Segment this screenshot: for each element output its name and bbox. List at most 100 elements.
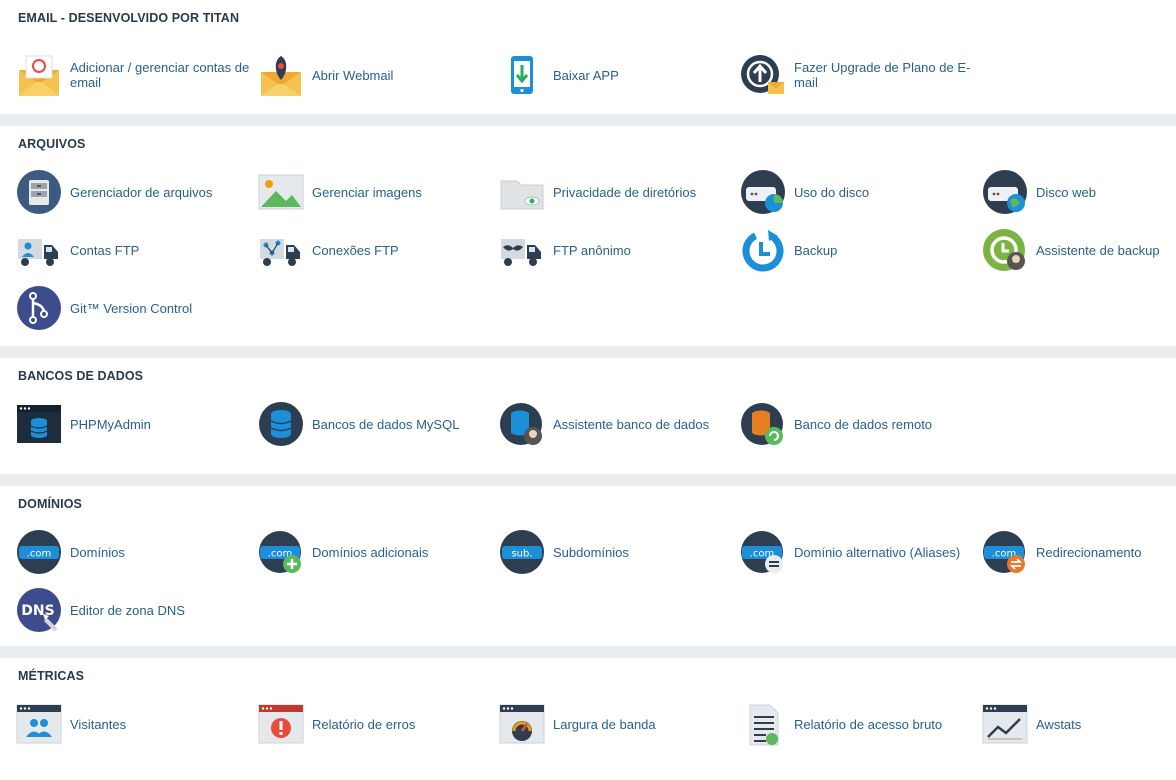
dns-zone-editor-icon: DNS bbox=[16, 587, 62, 633]
backup-wizard-label: Assistente de backup bbox=[1036, 242, 1160, 258]
dns-icon-text: DNS bbox=[21, 603, 54, 619]
ftp-connections-icon bbox=[258, 227, 304, 273]
database-wizard-icon bbox=[499, 401, 545, 447]
phpmyadmin-icon bbox=[16, 401, 62, 447]
web-disk-label: Disco web bbox=[1036, 184, 1096, 200]
webmail-label: Abrir Webmail bbox=[312, 67, 394, 83]
bandwidth-label: Largura de banda bbox=[553, 716, 656, 732]
raw-access-link[interactable]: Relatório de acesso bruto bbox=[740, 698, 980, 750]
section-title-dominios: DOMÍNIOS bbox=[18, 497, 82, 511]
file-manager-link[interactable]: Gerenciador de arquivos bbox=[16, 166, 254, 218]
raw-access-icon bbox=[740, 701, 786, 747]
web-disk-icon bbox=[982, 169, 1028, 215]
anonymous-ftp-icon bbox=[499, 227, 545, 273]
upgrade-plan-link[interactable]: Fazer Upgrade de Plano de E-mail bbox=[740, 49, 980, 101]
ftp-connections-label: Conexões FTP bbox=[312, 242, 399, 258]
images-link[interactable]: Gerenciar imagens bbox=[258, 166, 488, 218]
redirects-label: Redirecionamento bbox=[1036, 544, 1142, 560]
aliases-label: Domínio alternativo (Aliases) bbox=[794, 544, 961, 560]
awstats-label: Awstats bbox=[1036, 716, 1082, 732]
mysql-database-icon bbox=[258, 401, 304, 447]
section-metricas: MÉTRICAS Visitantes Relatório de erros L… bbox=[0, 658, 1176, 768]
backup-link[interactable]: Backup bbox=[740, 224, 970, 276]
email-accounts-link[interactable]: Adicionar / gerenciar contas de email bbox=[16, 49, 254, 101]
domains-label: Domínios bbox=[70, 544, 125, 560]
directory-privacy-icon bbox=[499, 169, 545, 215]
remote-database-link[interactable]: Banco de dados remoto bbox=[740, 398, 970, 450]
domains-icon: .com bbox=[16, 529, 62, 575]
domains-link[interactable]: .com Domínios bbox=[16, 526, 254, 578]
subdomains-link[interactable]: sub. Subdomínios bbox=[499, 526, 729, 578]
anonymous-ftp-link[interactable]: FTP anônimo bbox=[499, 224, 729, 276]
subdomains-label: Subdomínios bbox=[553, 544, 629, 560]
web-disk-link[interactable]: Disco web bbox=[982, 166, 1172, 218]
file-manager-icon bbox=[16, 169, 62, 215]
aliases-link[interactable]: .com Domínio alternativo (Aliases) bbox=[740, 526, 980, 578]
raw-access-label: Relatório de acesso bruto bbox=[794, 716, 943, 732]
backup-icon bbox=[740, 227, 786, 273]
section-email: EMAIL - DESENVOLVIDO POR TITAN Adicionar… bbox=[0, 0, 1176, 114]
errors-icon bbox=[258, 701, 304, 747]
section-bancos: BANCOS DE DADOS PHPMyAdmin Bancos de dad… bbox=[0, 358, 1176, 474]
images-icon bbox=[258, 169, 304, 215]
redirects-link[interactable]: .com Redirecionamento bbox=[982, 526, 1172, 578]
ftp-accounts-label: Contas FTP bbox=[70, 242, 140, 258]
anonymous-ftp-label: FTP anônimo bbox=[553, 242, 631, 258]
disk-usage-link[interactable]: Uso do disco bbox=[740, 166, 970, 218]
redirects-icon: .com bbox=[982, 529, 1028, 575]
subdomains-icon: sub. bbox=[499, 529, 545, 575]
webmail-link[interactable]: Abrir Webmail bbox=[258, 49, 488, 101]
git-label: Git™ Version Control bbox=[70, 300, 193, 316]
download-app-label: Baixar APP bbox=[553, 67, 619, 83]
backup-wizard-link[interactable]: Assistente de backup bbox=[982, 224, 1176, 276]
awstats-link[interactable]: Awstats bbox=[982, 698, 1172, 750]
dns-zone-editor-link[interactable]: DNS Editor de zona DNS bbox=[16, 584, 254, 636]
git-link[interactable]: Git™ Version Control bbox=[16, 282, 254, 334]
errors-link[interactable]: Relatório de erros bbox=[258, 698, 488, 750]
domains-icon-text: .com bbox=[27, 549, 52, 560]
database-wizard-link[interactable]: Assistente banco de dados bbox=[499, 398, 739, 450]
separator bbox=[0, 646, 1176, 658]
aliases-icon: .com bbox=[740, 529, 786, 575]
section-title-metricas: MÉTRICAS bbox=[18, 669, 85, 683]
remote-database-icon bbox=[740, 401, 786, 447]
section-title-arquivos: ARQUIVOS bbox=[18, 137, 86, 151]
separator bbox=[0, 346, 1176, 358]
ftp-connections-link[interactable]: Conexões FTP bbox=[258, 224, 488, 276]
dns-zone-editor-label: Editor de zona DNS bbox=[70, 602, 185, 618]
section-arquivos: ARQUIVOS Gerenciador de arquivos Gerenci… bbox=[0, 126, 1176, 346]
upgrade-plan-icon bbox=[740, 52, 786, 98]
section-title-email: EMAIL - DESENVOLVIDO POR TITAN bbox=[18, 11, 240, 25]
file-manager-label: Gerenciador de arquivos bbox=[70, 184, 213, 200]
awstats-icon bbox=[982, 701, 1028, 747]
addon-domains-label: Domínios adicionais bbox=[312, 544, 429, 560]
mysql-database-label: Bancos de dados MySQL bbox=[312, 416, 460, 432]
download-app-icon bbox=[499, 52, 545, 98]
directory-privacy-link[interactable]: Privacidade de diretórios bbox=[499, 166, 739, 218]
email-accounts-label: Adicionar / gerenciar contas de email bbox=[70, 60, 250, 90]
visitors-label: Visitantes bbox=[70, 716, 127, 732]
section-title-bancos: BANCOS DE DADOS bbox=[18, 369, 144, 383]
subdomains-icon-text: sub. bbox=[511, 549, 532, 560]
addon-domains-link[interactable]: .com Domínios adicionais bbox=[258, 526, 488, 578]
addon-domains-icon: .com bbox=[258, 529, 304, 575]
phpmyadmin-link[interactable]: PHPMyAdmin bbox=[16, 398, 254, 450]
remote-database-label: Banco de dados remoto bbox=[794, 416, 933, 432]
ftp-accounts-link[interactable]: Contas FTP bbox=[16, 224, 254, 276]
mysql-database-link[interactable]: Bancos de dados MySQL bbox=[258, 398, 488, 450]
visitors-icon bbox=[16, 701, 62, 747]
phpmyadmin-label: PHPMyAdmin bbox=[70, 416, 151, 432]
disk-usage-icon bbox=[740, 169, 786, 215]
email-accounts-icon bbox=[16, 52, 62, 98]
backup-wizard-icon bbox=[982, 227, 1028, 273]
images-label: Gerenciar imagens bbox=[312, 184, 422, 200]
upgrade-plan-label: Fazer Upgrade de Plano de E-mail bbox=[794, 60, 971, 90]
bandwidth-link[interactable]: Largura de banda bbox=[499, 698, 729, 750]
bandwidth-icon bbox=[499, 701, 545, 747]
git-icon bbox=[16, 285, 62, 331]
download-app-link[interactable]: Baixar APP bbox=[499, 49, 729, 101]
disk-usage-label: Uso do disco bbox=[794, 184, 870, 200]
visitors-link[interactable]: Visitantes bbox=[16, 698, 254, 750]
database-wizard-label: Assistente banco de dados bbox=[553, 416, 710, 432]
separator bbox=[0, 114, 1176, 126]
